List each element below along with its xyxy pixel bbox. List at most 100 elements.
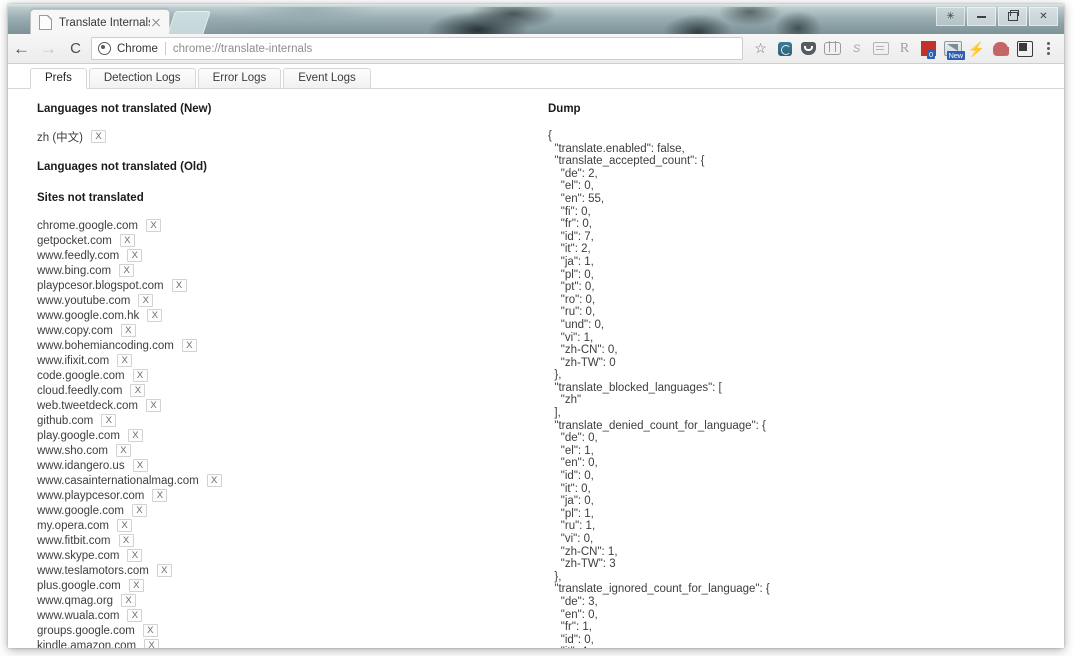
remove-site-button[interactable]: X xyxy=(127,429,143,442)
arrow-left-icon: ← xyxy=(13,39,30,58)
site-row: github.com X xyxy=(37,413,507,428)
extension-button-new-badge[interactable]: New xyxy=(941,36,965,61)
remove-site-button[interactable]: X xyxy=(119,264,135,277)
forward-button[interactable]: → xyxy=(35,35,62,62)
site-label: www.bohemiancoding.com xyxy=(37,339,174,352)
window-extra-button[interactable]: ✳ xyxy=(936,7,965,26)
extension-button-r[interactable]: R xyxy=(893,36,916,61)
arrow-right-icon: → xyxy=(40,39,57,58)
tab-detection-logs-label: Detection Logs xyxy=(103,72,181,84)
site-label: www.bing.com xyxy=(37,264,112,277)
extension-button-red-badge[interactable]: 0 xyxy=(917,36,940,61)
remove-language-button[interactable]: X xyxy=(91,130,106,143)
new-tab-button[interactable] xyxy=(167,11,211,34)
extension-button-bolt[interactable]: ⚡ xyxy=(965,36,988,61)
remove-site-button[interactable]: X xyxy=(121,594,137,607)
site-row: www.copy.com X xyxy=(37,323,507,338)
extension-button-box[interactable] xyxy=(821,36,844,61)
remove-site-button[interactable]: X xyxy=(127,549,143,562)
tab-prefs[interactable]: Prefs xyxy=(30,68,87,89)
site-label: www.playpcesor.com xyxy=(37,489,145,502)
blue-circle-extension-icon xyxy=(777,41,792,56)
browser-tab-translate-internals[interactable]: Translate Internals xyxy=(30,9,170,34)
site-row: kindle.amazon.com X xyxy=(37,638,507,648)
chrome-page-info-icon[interactable] xyxy=(98,42,111,55)
reload-button[interactable]: C xyxy=(62,35,89,62)
heading-sites-not-translated: Sites not translated xyxy=(37,192,144,204)
site-row: chrome.google.com X xyxy=(37,218,507,233)
site-row: www.google.com X xyxy=(37,503,507,518)
remove-site-button[interactable]: X xyxy=(127,249,143,262)
remove-site-button[interactable]: X xyxy=(127,609,143,622)
remove-site-button[interactable]: X xyxy=(206,474,222,487)
remove-site-button[interactable]: X xyxy=(117,519,133,532)
remove-site-button[interactable]: X xyxy=(132,369,148,382)
extension-button-evernote[interactable] xyxy=(989,36,1012,61)
remove-site-button[interactable]: X xyxy=(128,579,144,592)
remove-site-button[interactable]: X xyxy=(146,219,161,232)
remove-site-button[interactable]: X xyxy=(147,309,163,322)
bookmark-star-button[interactable]: ☆ xyxy=(749,36,772,61)
remove-site-button[interactable]: X xyxy=(142,624,158,637)
extension-button-window[interactable] xyxy=(869,36,892,61)
restore-button[interactable] xyxy=(998,7,1027,26)
remove-site-button[interactable]: X xyxy=(131,504,147,517)
site-label: kindle.amazon.com xyxy=(37,639,137,649)
address-bar[interactable]: Chrome chrome://translate-internals xyxy=(91,37,743,60)
remove-site-button[interactable]: X xyxy=(117,354,133,367)
minimize-button[interactable] xyxy=(967,7,996,26)
close-icon[interactable] xyxy=(150,17,162,29)
extension-button-square[interactable] xyxy=(1013,36,1036,61)
remove-site-button[interactable]: X xyxy=(144,639,160,648)
star-icon: ☆ xyxy=(754,40,767,56)
square-extension-icon xyxy=(1016,40,1033,57)
site-row: www.playpcesor.com X xyxy=(37,488,507,503)
remove-site-button[interactable]: X xyxy=(115,444,131,457)
extension-button-pocket[interactable] xyxy=(797,36,820,61)
remove-site-button[interactable]: X xyxy=(181,339,197,352)
browser-toolbar: ← → C Chrome chrome://translate-internal… xyxy=(8,34,1064,64)
remove-site-button[interactable]: X xyxy=(130,384,146,397)
browser-window: Translate Internals ✳ ✕ ← → C Chrome chr… xyxy=(8,4,1064,648)
address-bar-divider xyxy=(164,42,166,55)
site-row: www.casainternationalmag.com X xyxy=(37,473,507,488)
box-icon xyxy=(824,41,841,55)
sites-not-translated-list: chrome.google.com Xgetpocket.com Xwww.feed… xyxy=(37,218,507,648)
remove-site-button[interactable]: X xyxy=(118,534,134,547)
back-button[interactable]: ← xyxy=(8,35,35,62)
site-row: www.skype.com X xyxy=(37,548,507,563)
tab-error-logs[interactable]: Error Logs xyxy=(197,68,282,89)
close-window-button[interactable]: ✕ xyxy=(1029,7,1058,26)
site-label: web.tweetdeck.com xyxy=(37,399,138,412)
remove-site-button[interactable]: X xyxy=(152,489,168,502)
site-row: cloud.feedly.com X xyxy=(37,383,507,398)
chrome-menu-button[interactable] xyxy=(1037,36,1060,61)
site-row: www.teslamotors.com X xyxy=(37,563,507,578)
lightning-bolt-icon: ⚡ xyxy=(967,40,986,57)
site-row: plus.google.com X xyxy=(37,578,507,593)
tab-detection-logs[interactable]: Detection Logs xyxy=(88,68,196,89)
remove-site-button[interactable]: X xyxy=(119,234,135,247)
prefs-columns: Languages not translated (New) zh (中文) X … xyxy=(8,89,1064,648)
remove-site-button[interactable]: X xyxy=(120,324,136,337)
extension-button-s[interactable]: S xyxy=(845,36,868,61)
extension-button-blue[interactable] xyxy=(773,36,796,61)
heading-languages-not-translated-new: Languages not translated (New) xyxy=(37,103,212,115)
elephant-icon xyxy=(993,41,1009,56)
remove-site-button[interactable]: X xyxy=(138,294,154,307)
remove-site-button[interactable]: X xyxy=(132,459,148,472)
remove-site-button[interactable]: X xyxy=(146,399,161,412)
remove-site-button[interactable]: X xyxy=(156,564,172,577)
site-label: www.google.com.hk xyxy=(37,309,140,322)
tab-event-logs[interactable]: Event Logs xyxy=(283,68,371,89)
site-row: www.google.com.hk X xyxy=(37,308,507,323)
tab-prefs-label: Prefs xyxy=(45,72,72,84)
site-label: www.copy.com xyxy=(37,324,113,337)
letter-s-icon: S xyxy=(852,42,861,55)
reload-icon: C xyxy=(70,40,81,57)
site-label: www.teslamotors.com xyxy=(37,564,149,577)
toolbar-icon-group: ☆ S R 0 New ⚡ xyxy=(749,36,1064,61)
remove-site-button[interactable]: X xyxy=(171,279,187,292)
remove-site-button[interactable]: X xyxy=(101,414,117,427)
heading-dump: Dump xyxy=(548,103,581,115)
